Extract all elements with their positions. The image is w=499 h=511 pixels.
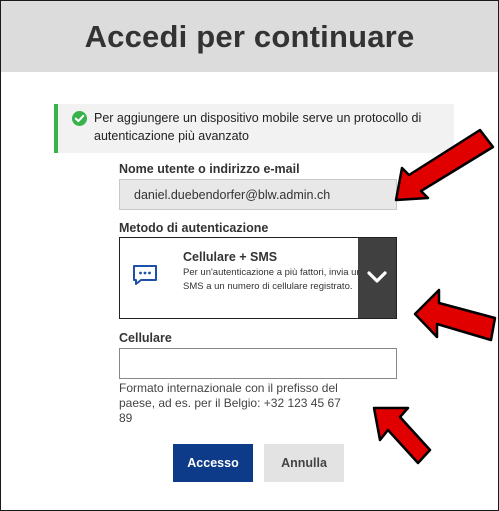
- page-title: Accedi per continuare: [84, 18, 415, 54]
- annotation-arrow-2: [413, 288, 497, 342]
- cancel-button[interactable]: Annulla: [264, 444, 344, 482]
- sms-message-icon: [133, 265, 157, 285]
- phone-input[interactable]: [119, 348, 397, 379]
- auth-method-select[interactable]: Cellulare + SMS Per un'autenticazione a …: [119, 237, 397, 319]
- auth-method-dropdown-button[interactable]: [358, 238, 396, 318]
- auth-method-title: Cellulare + SMS: [183, 250, 278, 264]
- phone-hint: Formato internazionale con il prefisso d…: [119, 381, 341, 425]
- phone-label: Cellulare: [119, 331, 172, 345]
- annotation-arrow-3: [372, 406, 432, 465]
- auth-method-description: Per un'autenticazione a più fattori, inv…: [183, 267, 362, 292]
- username-label: Nome utente o indirizzo e-mail: [119, 162, 300, 176]
- auth-method-label: Metodo di autenticazione: [119, 221, 269, 235]
- submit-button[interactable]: Accesso: [173, 444, 253, 482]
- check-circle-icon: [72, 111, 87, 126]
- header: Accedi per continuare: [1, 1, 498, 72]
- annotation-arrow-1: [394, 128, 495, 202]
- username-field[interactable]: daniel.duebendorfer@blw.admin.ch: [119, 179, 397, 210]
- chevron-down-icon: [367, 271, 387, 283]
